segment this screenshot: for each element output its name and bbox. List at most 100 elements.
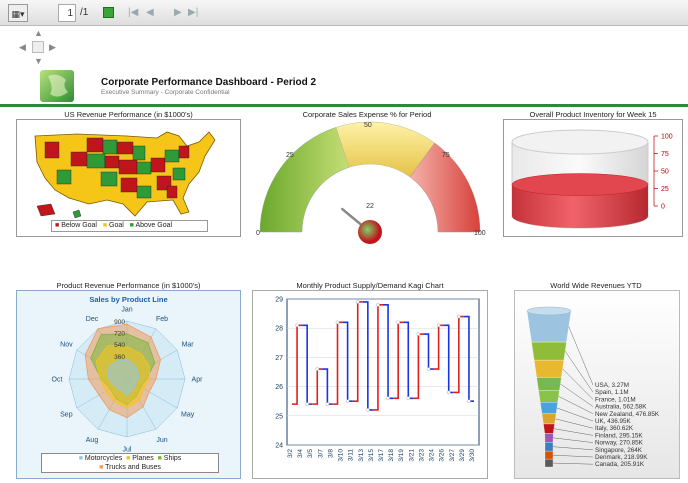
- funnel-segment-australia: [536, 377, 562, 391]
- kagi-point: [436, 323, 441, 328]
- inventory-axis: 100 75 50 25 0: [654, 134, 673, 211]
- kagi-x-label: 3/4: [297, 449, 304, 458]
- funnel-leader-line: [552, 437, 594, 443]
- kagi-point: [446, 390, 451, 395]
- pan-down-icon[interactable]: ▼: [34, 56, 43, 66]
- kagi-y-tick: 25: [275, 413, 283, 420]
- last-page-icon[interactable]: ▶|: [188, 4, 198, 22]
- funnel-segment-spain: [531, 341, 567, 361]
- radar-month-label: Nov: [60, 342, 73, 349]
- kagi-y-tick: 27: [275, 355, 283, 362]
- next-page-icon[interactable]: ▶: [174, 4, 182, 22]
- funnel-chart: USA, 3.27MSpain, 1.1MFrance, 1.01MAustra…: [526, 306, 660, 468]
- pan-up-icon[interactable]: ▲: [34, 28, 43, 38]
- kagi-x-label: 3/2: [287, 449, 294, 458]
- inventory-tick-label: 25: [661, 186, 669, 193]
- page-total-label: /1: [80, 7, 89, 18]
- legend-planes: Planes: [132, 455, 154, 462]
- kagi-x-label: 3/19: [398, 449, 405, 462]
- funnel-segment-usa: [526, 310, 572, 343]
- funnel-label: UK, 436.95K: [595, 418, 632, 425]
- prev-page-icon[interactable]: ◀: [146, 4, 154, 22]
- radar-month-label: Jun: [156, 437, 167, 444]
- gauge-tick-0: 0: [256, 230, 260, 237]
- funnel-segment-singapore: [544, 442, 554, 452]
- inventory-tick-label: 50: [661, 169, 669, 176]
- header-divider: [0, 104, 688, 107]
- kagi-point: [467, 399, 471, 403]
- kagi-chart: 2928272625243/2 3/4 3/5 3/7 3/8 3/10 3/11 3/13 3…: [275, 297, 480, 462]
- legend-ships: Ships: [163, 455, 182, 462]
- funnel-leader-line: [555, 418, 594, 429]
- kagi-point: [355, 300, 360, 304]
- kagi-x-label: 3/17: [378, 449, 385, 462]
- radar-month-label: Aug: [86, 437, 99, 444]
- gauge-needle: [341, 207, 363, 226]
- kagi-point: [315, 367, 320, 371]
- report-header: Corporate Performance Dashboard - Period…: [38, 70, 678, 102]
- kagi-point: [416, 332, 421, 336]
- funnel-label: France, 1.01M: [595, 396, 636, 403]
- world-revenue-panel: USA, 3.27M Spain, 1.1M France, 1.01M Austra…: [514, 290, 680, 479]
- funnel-segment-france: [533, 360, 565, 378]
- kagi-point: [406, 396, 411, 401]
- kagi-point: [305, 402, 309, 406]
- gauge-value-label: 22: [366, 203, 374, 210]
- funnel-segment-canada: [544, 459, 554, 468]
- kagi-x-label: 3/23: [418, 449, 425, 462]
- kagi-x-label: 3/7: [317, 449, 324, 458]
- kagi-y-tick: 28: [275, 326, 283, 333]
- radar-tick-label: 540: [114, 342, 125, 349]
- legend-motorcycles: Motorcycles: [84, 455, 123, 462]
- inventory-tick-label: 75: [661, 151, 669, 158]
- report-toolbar: ▦▾ 1 /1 |◀ ◀ ▶ ▶|: [0, 0, 688, 26]
- gauge-hub: [358, 220, 382, 244]
- page-number-input[interactable]: 1: [58, 4, 76, 22]
- kagi-x-label: 3/26: [439, 449, 446, 462]
- funnel-leader-line: [556, 407, 594, 422]
- report-page: ▲ ◀ ▶ ▼ Corporate Performance Dashboard …: [0, 26, 688, 479]
- pan-center-icon[interactable]: [32, 41, 44, 53]
- funnel-label: Italy, 360.62K: [595, 425, 634, 432]
- settings-icon[interactable]: ▦▾: [8, 4, 28, 22]
- pan-right-icon[interactable]: ▶: [49, 42, 56, 53]
- kagi-plot-area: [286, 298, 480, 446]
- pan-navigation-control[interactable]: ▲ ◀ ▶ ▼: [19, 28, 59, 68]
- legend-goal: Goal: [109, 222, 124, 229]
- gauge-band-green: [259, 127, 350, 233]
- funnel-segment-norway: [544, 433, 554, 443]
- funnel-top: [526, 306, 572, 316]
- kagi-x-label: 3/11: [348, 449, 355, 462]
- legend-trucks: Trucks and Buses: [105, 464, 161, 471]
- inventory-title: Overall Product Inventory for Week 15: [529, 110, 657, 119]
- radar-month-label: Sep: [60, 412, 73, 419]
- first-page-icon[interactable]: |◀: [128, 4, 138, 22]
- funnel-leader-line: [552, 454, 594, 458]
- kagi-x-label: 3/27: [449, 449, 456, 462]
- funnel-leader-line: [568, 326, 594, 386]
- funnel-label: New Zealand, 476.85K: [595, 411, 660, 418]
- funnel-segment-finland: [543, 423, 555, 434]
- kagi-x-label: 3/29: [459, 449, 466, 462]
- world-revenue-title: World Wide Revenues YTD: [550, 281, 642, 290]
- funnel-segment-denmark: [544, 450, 554, 460]
- funnel-segment-italy: [541, 413, 557, 425]
- pan-left-icon[interactable]: ◀: [19, 42, 26, 53]
- inventory-liquid-surface: [511, 173, 649, 196]
- us-revenue-title: US Revenue Performance (in $1000's): [64, 110, 193, 119]
- kagi-point: [366, 408, 370, 412]
- kagi-x-label: 3/21: [408, 449, 415, 462]
- funnel-leader-line: [565, 351, 594, 393]
- gauge-tick-75: 75: [442, 152, 450, 159]
- radar-month-label: Mar: [182, 342, 195, 349]
- report-title: Corporate Performance Dashboard - Period…: [101, 77, 317, 88]
- legend-above-goal: Above Goal: [135, 222, 173, 229]
- export-icon[interactable]: [103, 7, 114, 18]
- funnel-label: Spain, 1.1M: [595, 389, 629, 396]
- kagi-point: [457, 314, 461, 319]
- funnel-leader-line: [553, 428, 594, 436]
- report-subtitle: Executive Summary - Corporate Confidenti…: [101, 89, 230, 96]
- radar-month-label: May: [181, 412, 195, 419]
- funnel-leader-line: [558, 396, 594, 414]
- funnel-label: Canada, 205.91K: [595, 461, 645, 468]
